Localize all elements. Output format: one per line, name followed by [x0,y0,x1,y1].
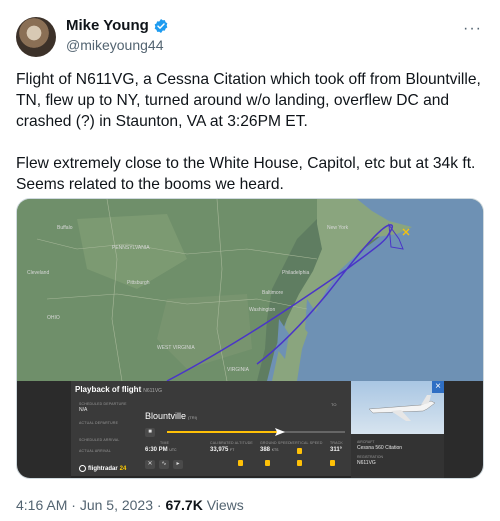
time-label: TIME [160,441,170,445]
destination-label: TO [331,402,337,407]
tweet-date[interactable]: Jun 5, 2023 [80,497,153,513]
svg-text:VIRGINIA: VIRGINIA [227,367,250,373]
flight-map: PENNSYLVANIA OHIO WEST VIRGINIA VIRGINIA… [17,199,483,381]
track-label: TRACK [330,441,343,445]
time-value: 6:30 PM UTC [145,447,177,453]
lock-icon [330,460,335,466]
svg-text:Washington: Washington [249,307,275,313]
settings-button[interactable]: ✕ [145,460,155,469]
tweet-meta: 4:16 AM · Jun 5, 2023 · 67.7K Views [16,497,244,513]
flightradar-logo-icon [79,465,86,472]
registration-value: N611VG [357,460,376,466]
ground-speed-value: 388 KTS [260,447,279,453]
altitude-unit: FT [230,448,235,452]
scheduled-departure-label: SCHEDULED DEPARTURE [79,402,127,406]
author-name-row: Mike Young [66,17,169,35]
tweet-media[interactable]: PENNSYLVANIA OHIO WEST VIRGINIA VIRGINIA… [16,198,484,479]
time-value-text: 6:30 PM [145,447,168,453]
svg-text:New York: New York [327,225,349,231]
altitude-value: 33,975 FT [210,447,234,453]
tweet-paragraph-1: Flight of N611VG, a Cessna Citation whic… [16,71,481,130]
ground-speed-label: GROUND SPEED [260,441,291,445]
views-label: Views [206,497,244,513]
author-display-name[interactable]: Mike Young [66,17,149,35]
tweet-time[interactable]: 4:16 AM [16,497,67,513]
lock-icon [297,460,302,466]
svg-text:Philadelphia: Philadelphia [282,270,309,276]
avatar[interactable] [16,17,56,57]
route-progress [167,428,345,436]
origin-code: (TRI) [188,415,198,420]
lock-icon [238,460,243,466]
actual-departure-label: ACTUAL DEPARTURE [79,421,119,425]
tweet-text: Flight of N611VG, a Cessna Citation whic… [16,69,486,195]
scheduled-arrival-label: SCHEDULED ARRIVAL [79,438,120,442]
flightradar-logo-text: flightradar [88,465,118,472]
tweet-paragraph-2: Flew extremely close to the White House,… [16,155,476,193]
time-unit: UTC [169,448,177,452]
vertical-speed-label: VERTICAL SPEED [290,441,323,445]
aircraft-icon [368,395,436,421]
track-value: 311° [330,447,343,453]
aircraft-label: AIRCRAFT [357,440,375,444]
lock-icon [297,448,302,454]
aircraft-info: AIRCRAFT Cessna 560 Citation REGISTRATIO… [351,434,444,478]
playback-panel: Playback of flight N611VG SCHEDULED DEPAR… [17,381,483,478]
views-count: 67.7K [165,497,203,513]
aircraft-photo [351,381,444,434]
origin-city: Blountville (TRI) [145,411,197,421]
playback-footer [71,476,351,478]
ground-speed-value-text: 388 [260,447,271,453]
registration-label: REGISTRATION [357,455,383,459]
meta-separator: · [67,497,80,513]
scheduled-departure-value: N/A [79,407,88,413]
svg-text:WEST VIRGINIA: WEST VIRGINIA [157,345,195,351]
origin-name: Blountville [145,411,187,421]
close-icon[interactable]: × [432,381,444,393]
svg-text:OHIO: OHIO [47,315,60,321]
author-handle[interactable]: @mikeyoung44 [66,37,164,53]
svg-text:Baltimore: Baltimore [262,290,283,296]
aircraft-value: Cessna 560 Citation [357,445,403,451]
more-options-icon[interactable]: ··· [463,20,482,38]
svg-text:Cleveland: Cleveland [27,270,49,276]
playback-title-code: N611VG [143,388,163,394]
flightradar-logo-number: 24 [119,465,127,472]
playback-title-text: Playback of flight [75,385,142,394]
altitude-label: CALIBRATED ALTITUDE [210,441,253,445]
svg-text:Pittsburgh: Pittsburgh [127,280,150,286]
route-button[interactable]: ∿ [159,460,169,469]
lock-icon [265,460,270,466]
follow-button[interactable]: ▸ [173,460,183,469]
playback-title: Playback of flight N611VG [75,385,162,394]
svg-text:PENNSYLVANIA: PENNSYLVANIA [112,245,150,251]
ground-speed-unit: KTS [271,448,279,452]
flightradar-logo: flightradar 24 [79,465,126,472]
verified-badge-icon [154,19,168,33]
actual-arrival-label: ACTUAL ARRIVAL [79,449,111,453]
stop-button[interactable]: ■ [145,428,155,437]
svg-text:Buffalo: Buffalo [57,225,73,231]
altitude-value-text: 33,975 [210,447,229,453]
meta-separator: · [153,497,166,513]
